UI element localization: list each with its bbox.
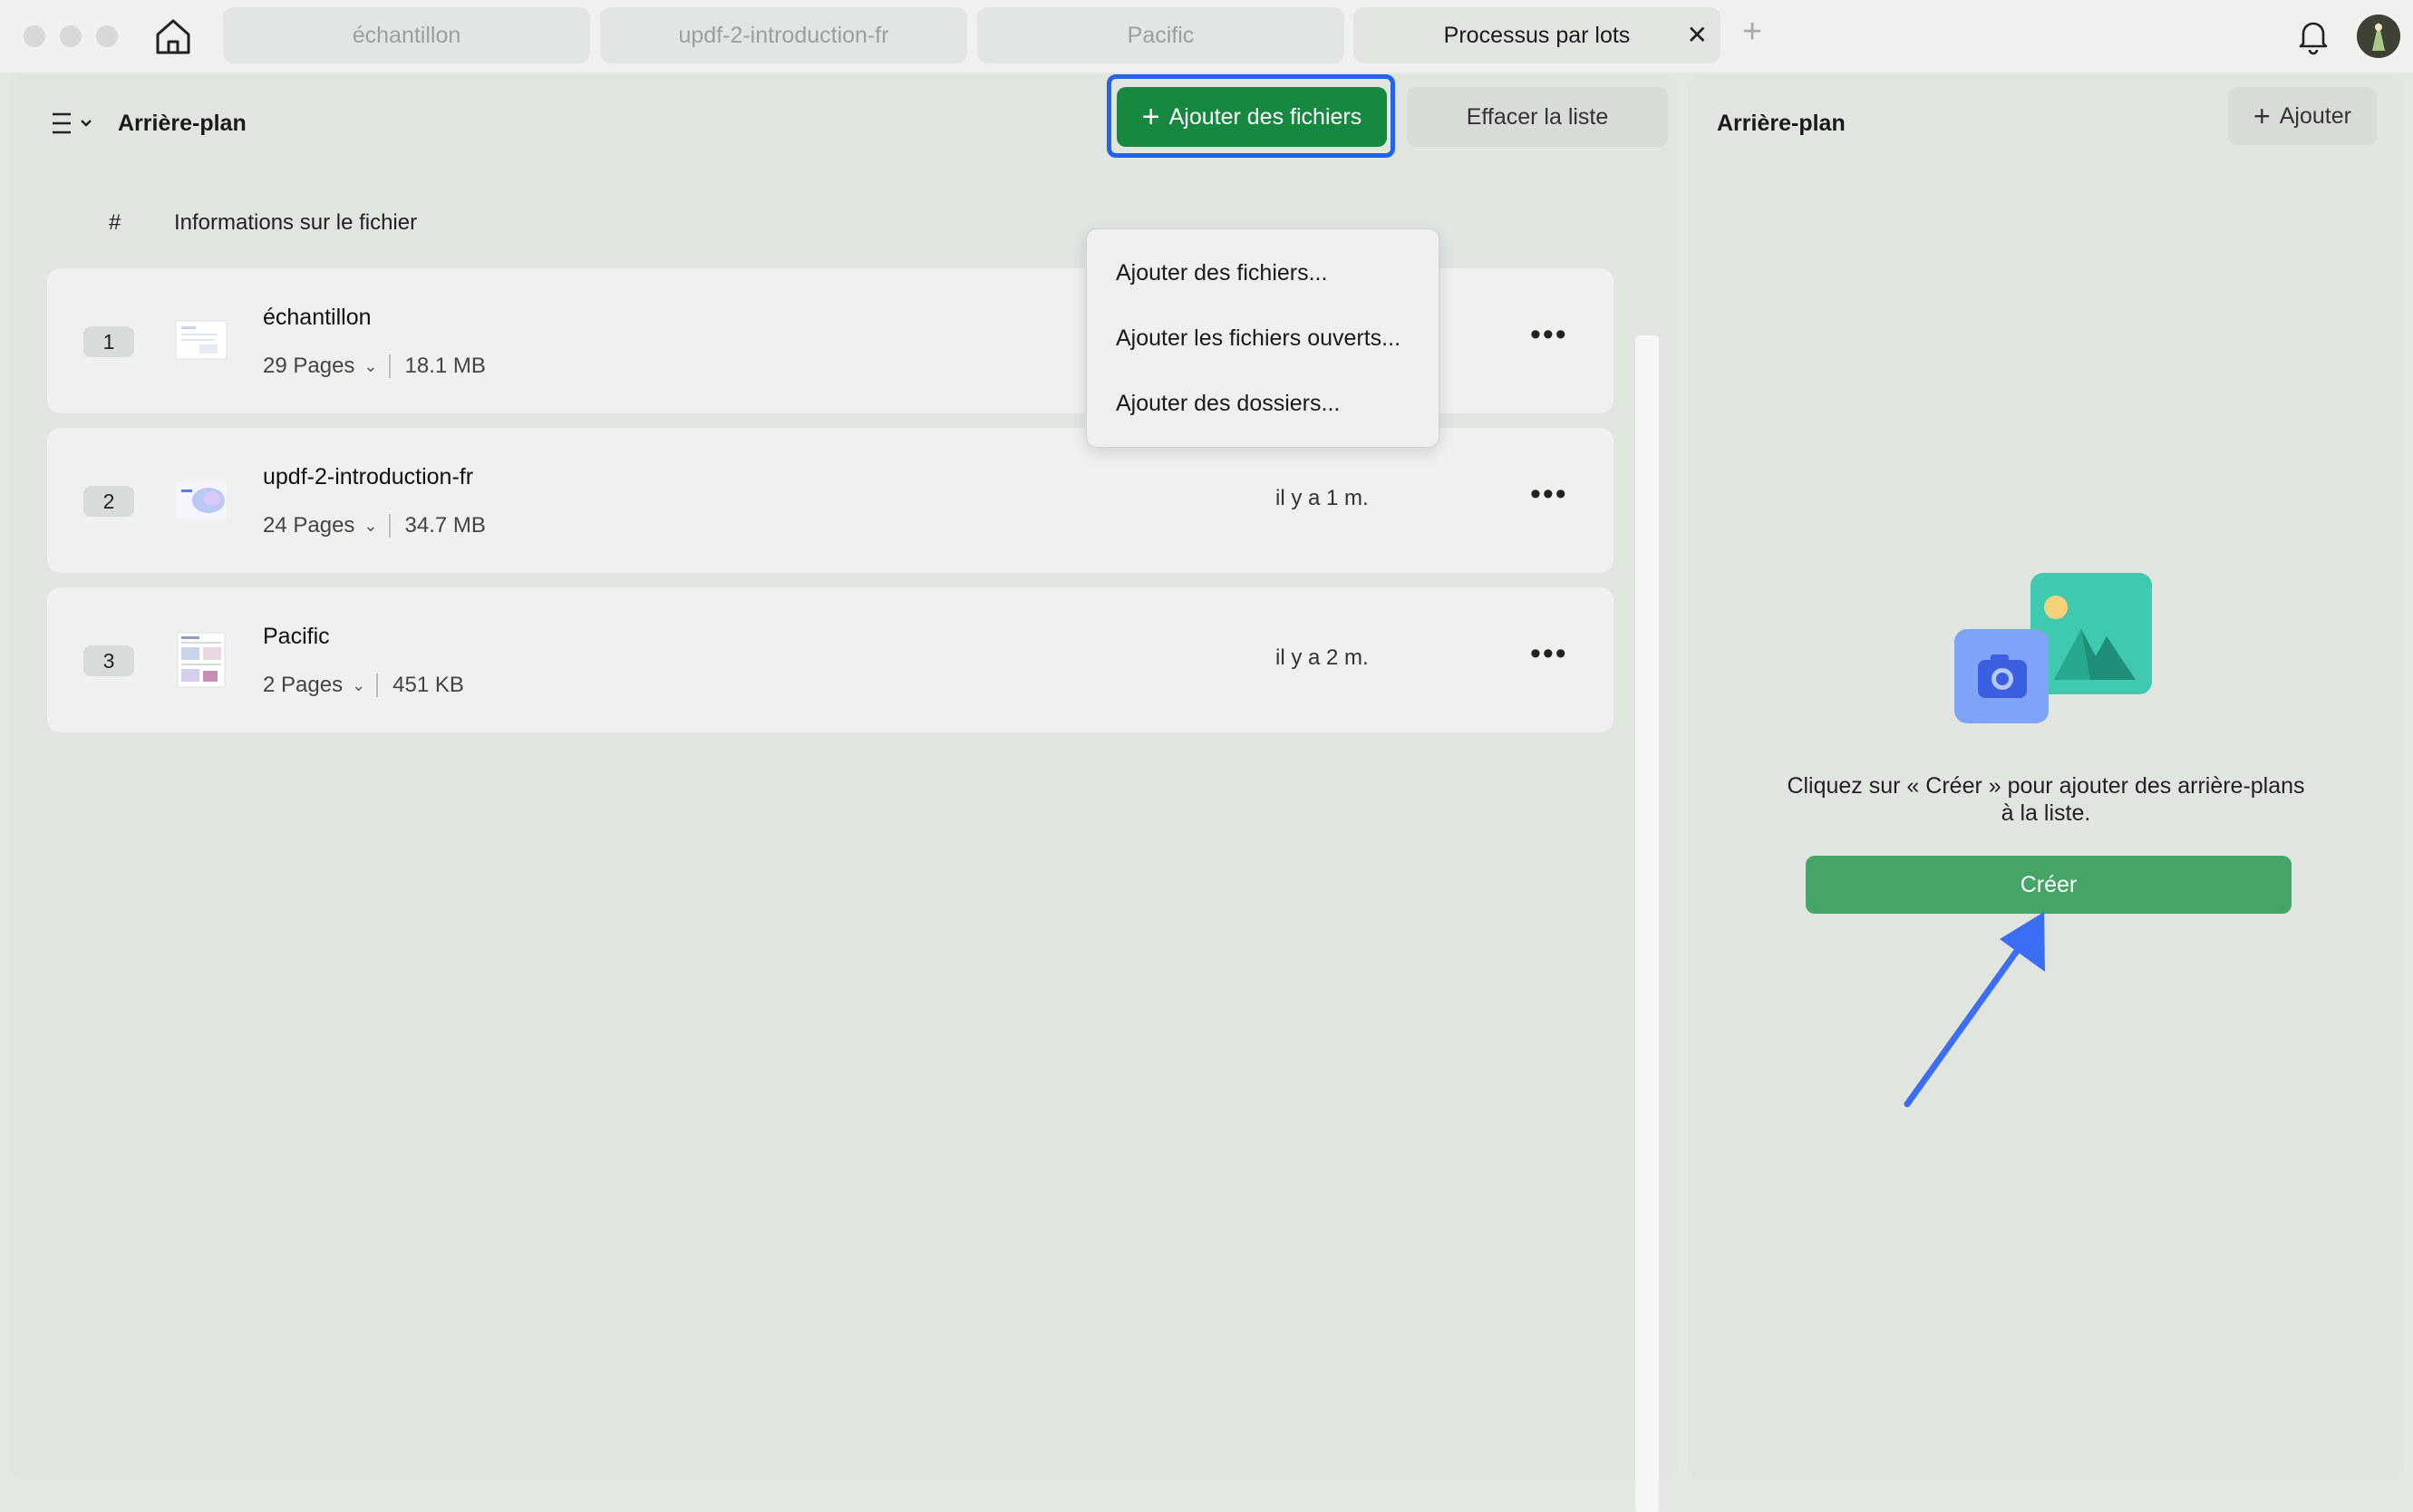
user-avatar[interactable] xyxy=(2357,15,2400,58)
tab-updf-introduction[interactable]: updf-2-introduction-fr xyxy=(600,7,967,63)
tab-pacific[interactable]: Pacific xyxy=(977,7,1344,63)
tab-label: updf-2-introduction-fr xyxy=(678,23,889,48)
menu-item-add-folders[interactable]: Ajouter des dossiers... xyxy=(1116,391,1340,417)
file-meta: 24 Pages ⌄ 34.7 MB xyxy=(263,513,486,538)
row-number: 1 xyxy=(83,326,134,357)
file-name: updf-2-introduction-fr xyxy=(263,464,474,489)
divider xyxy=(376,674,379,697)
chevron-down-icon[interactable]: ⌄ xyxy=(363,357,377,376)
plus-icon: + xyxy=(1141,100,1160,134)
page-count[interactable]: 24 Pages xyxy=(263,513,354,538)
home-icon[interactable] xyxy=(152,16,194,56)
panel-title: Arrière-plan xyxy=(1717,111,1846,136)
file-thumbnail xyxy=(175,320,228,360)
tab-echantillon[interactable]: échantillon xyxy=(223,7,590,63)
zoom-window-button[interactable] xyxy=(96,25,118,47)
page-count[interactable]: 29 Pages xyxy=(263,354,354,379)
row-number: 2 xyxy=(83,486,134,517)
menu-item-add-open-files[interactable]: Ajouter les fichiers ouverts... xyxy=(1116,325,1400,352)
divider xyxy=(388,354,391,378)
scrollbar[interactable] xyxy=(1635,335,1659,1512)
annotation-arrow-icon xyxy=(1904,912,2045,1108)
add-background-button[interactable]: + Ajouter xyxy=(2228,87,2377,145)
empty-state-message: Cliquez sur « Créer » pour ajouter des a… xyxy=(1787,773,2305,826)
add-files-dropdown: Ajouter des fichiers... Ajouter les fich… xyxy=(1086,228,1439,448)
tab-label: Processus par lots xyxy=(1443,23,1631,48)
menu-item-add-files[interactable]: Ajouter des fichiers... xyxy=(1116,260,1327,286)
file-thumbnail xyxy=(177,632,226,688)
file-name: Pacific xyxy=(263,624,330,649)
title-bar: échantillon updf-2-introduction-fr Pacif… xyxy=(0,0,2413,73)
chevron-down-icon[interactable]: ⌄ xyxy=(363,517,377,536)
tab-processus-par-lots[interactable]: Processus par lots ✕ xyxy=(1353,7,1720,63)
file-time: il y a 1 m. xyxy=(1275,486,1369,510)
file-size: 18.1 MB xyxy=(404,354,486,378)
add-files-label: Ajouter des fichiers xyxy=(1168,104,1362,130)
background-panel: Arrière-plan + Ajouter Cliquez sur « Crée… xyxy=(1688,74,2404,1479)
notification-bell-icon[interactable] xyxy=(2293,16,2333,56)
more-options-icon[interactable]: ••• xyxy=(1530,638,1568,669)
column-header-file-info: Informations sur le fichier xyxy=(174,210,418,235)
divider xyxy=(388,514,391,538)
row-number: 3 xyxy=(83,645,134,676)
close-window-button[interactable] xyxy=(24,25,45,47)
more-options-icon[interactable]: ••• xyxy=(1530,479,1568,509)
menu-icon[interactable] xyxy=(44,105,98,141)
file-meta: 29 Pages ⌄ 18.1 MB xyxy=(263,354,486,379)
new-tab-button[interactable]: + xyxy=(1742,13,1762,52)
page-count[interactable]: 2 Pages xyxy=(263,673,343,698)
file-thumbnail xyxy=(176,482,227,519)
panel-title: Arrière-plan xyxy=(118,111,247,136)
file-time: il y a 2 m. xyxy=(1275,645,1369,670)
file-name: échantillon xyxy=(263,305,372,330)
plus-icon: + xyxy=(2253,100,2271,132)
image-illustration-icon xyxy=(1954,573,2152,723)
tab-label: échantillon xyxy=(352,23,461,48)
more-options-icon[interactable]: ••• xyxy=(1530,319,1568,350)
close-tab-icon[interactable]: ✕ xyxy=(1687,7,1708,63)
minimize-window-button[interactable] xyxy=(60,25,82,47)
file-row[interactable]: 3 Pacific 2 Pages ⌄ 451 KB il y a 2 m. •… xyxy=(47,587,1614,732)
add-label: Ajouter xyxy=(2279,103,2351,129)
file-size: 34.7 MB xyxy=(404,513,486,538)
tab-label: Pacific xyxy=(1127,23,1195,48)
file-row[interactable]: 2 updf-2-introduction-fr 24 Pages ⌄ 34.7… xyxy=(47,428,1614,573)
column-header-number: # xyxy=(109,210,121,235)
clear-list-button[interactable]: Effacer la liste xyxy=(1407,87,1668,147)
file-meta: 2 Pages ⌄ 451 KB xyxy=(263,673,464,698)
file-size: 451 KB xyxy=(392,673,464,697)
chevron-down-icon[interactable]: ⌄ xyxy=(352,676,365,695)
add-files-button[interactable]: + Ajouter des fichiers xyxy=(1117,87,1387,147)
file-list-panel: Arrière-plan + Ajouter des fichiers Effac… xyxy=(9,74,1679,1512)
